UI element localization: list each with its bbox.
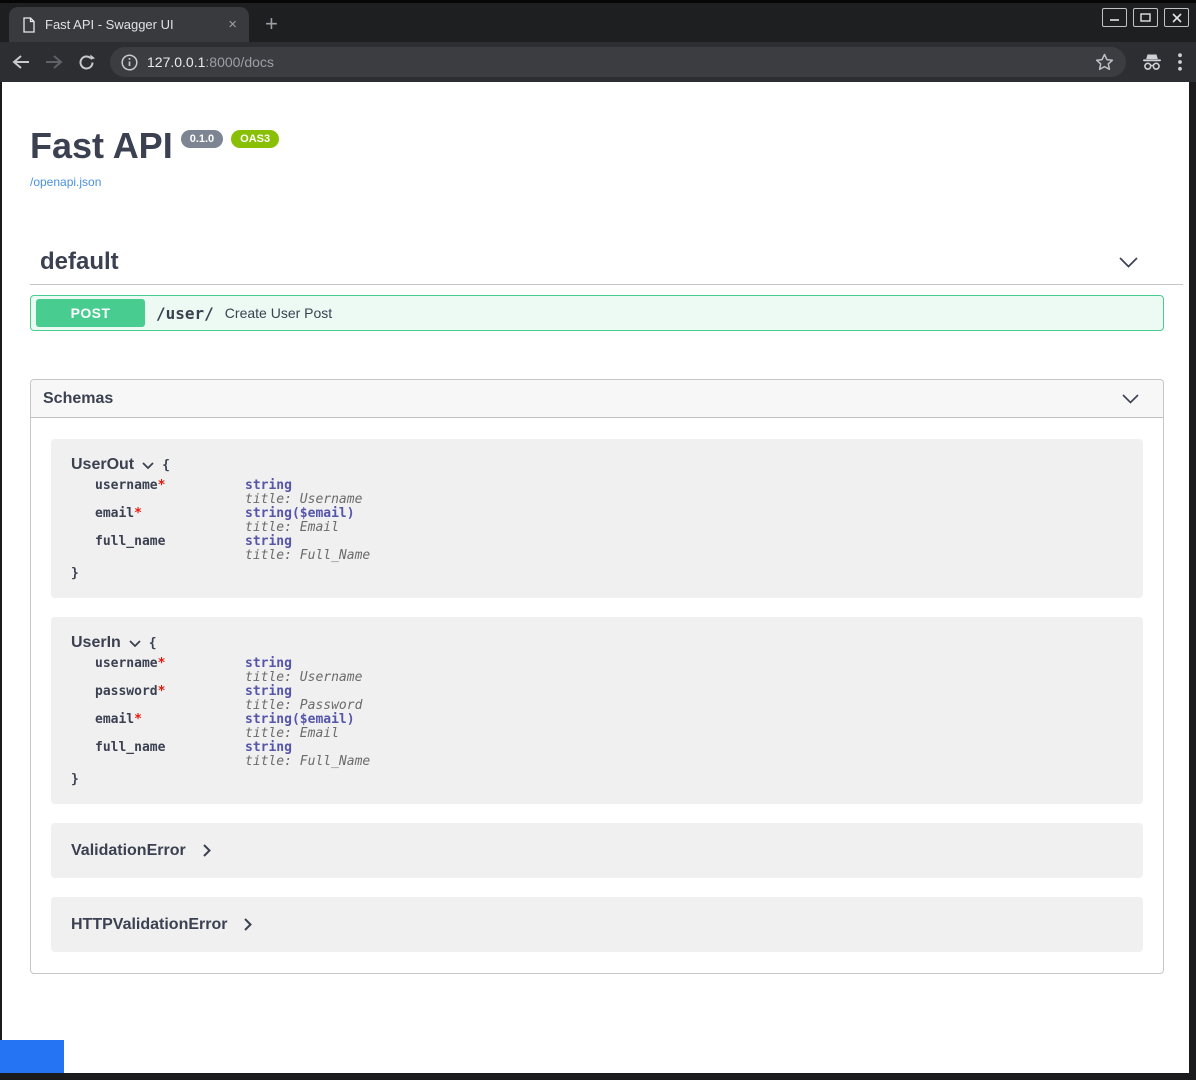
minimize-button[interactable] — [1102, 8, 1127, 27]
openapi-spec-link[interactable]: /openapi.json — [30, 175, 101, 189]
tab-close-icon[interactable]: × — [224, 17, 241, 32]
property-name: email — [95, 712, 134, 727]
close-button[interactable] — [1164, 8, 1189, 27]
property-type: string — [245, 741, 370, 755]
property-name: full_name — [95, 740, 165, 755]
model-title: UserOut — [71, 456, 134, 474]
open-brace: { — [149, 636, 157, 651]
required-star: * — [134, 506, 142, 521]
property-type: string — [245, 685, 370, 699]
model-httpvalidationerror[interactable]: HTTPValidationError — [51, 897, 1143, 952]
artifact-blue-rectangle — [0, 1040, 64, 1073]
property-type: string — [245, 657, 370, 671]
tab-title: Fast API - Swagger UI — [45, 17, 215, 32]
forward-button[interactable] — [45, 54, 63, 70]
property-name: password — [95, 684, 158, 699]
bookmark-star-icon[interactable] — [1095, 53, 1114, 71]
back-button[interactable] — [12, 54, 30, 70]
page-icon — [22, 17, 36, 33]
required-star: * — [134, 712, 142, 727]
kebab-menu-icon[interactable] — [1178, 53, 1182, 71]
property-title: title: Full_Name — [245, 549, 370, 563]
maximize-button[interactable] — [1133, 8, 1158, 27]
browser-window: Fast API - Swagger UI × + — [0, 0, 1196, 1080]
model-validationerror[interactable]: ValidationError — [51, 823, 1143, 878]
model-userout-toggle[interactable]: UserOut { — [71, 456, 1123, 474]
browser-toolbar: 127.0.0.1:8000/docs — [0, 42, 1196, 82]
property-row: username* string title: Username — [95, 479, 370, 507]
property-title: title: Username — [245, 493, 370, 507]
window-bottom-edge — [0, 1073, 1196, 1080]
site-info-icon[interactable] — [121, 54, 138, 71]
window-controls — [1102, 8, 1189, 27]
property-title: title: Password — [245, 699, 370, 713]
property-row: full_name string title: Full_Name — [95, 535, 370, 563]
tag-section-default[interactable]: default — [30, 240, 1183, 285]
property-row: email* string($email) title: Email — [95, 713, 370, 741]
url-text: 127.0.0.1:8000/docs — [147, 54, 274, 70]
schemas-header[interactable]: Schemas — [31, 380, 1163, 418]
model-title: HTTPValidationError — [71, 916, 227, 934]
required-star: * — [158, 656, 166, 671]
method-badge: POST — [36, 299, 145, 327]
incognito-icon — [1141, 53, 1163, 71]
property-row: full_name string title: Full_Name — [95, 741, 370, 769]
chevron-right-icon — [203, 844, 211, 857]
operation-summary: Create User Post — [225, 305, 332, 321]
version-badge: 0.1.0 — [181, 130, 223, 148]
property-type: string($email) — [245, 507, 370, 521]
property-row: username* string title: Username — [95, 657, 370, 685]
property-row: email* string($email) title: Email — [95, 507, 370, 535]
property-title: title: Email — [245, 727, 370, 741]
property-row: password* string title: Password — [95, 685, 370, 713]
operation-post-user[interactable]: POST /user/ Create User Post — [30, 295, 1164, 331]
address-bar[interactable]: 127.0.0.1:8000/docs — [110, 47, 1126, 77]
property-table: username* string title: Username passwor… — [95, 657, 370, 769]
model-title: ValidationError — [71, 842, 186, 860]
required-star: * — [158, 684, 166, 699]
browser-tab[interactable]: Fast API - Swagger UI × — [9, 7, 249, 42]
chevron-down-icon — [1119, 257, 1138, 268]
property-table: username* string title: Username email* … — [95, 479, 370, 563]
property-name: email — [95, 506, 134, 521]
chevron-down-icon — [129, 640, 141, 647]
api-title: Fast API — [30, 126, 173, 166]
chevron-down-icon — [142, 462, 154, 469]
property-type: string — [245, 535, 370, 549]
url-host: 127.0.0.1 — [147, 54, 205, 70]
schemas-body: UserOut { username* string title: Userna… — [31, 418, 1163, 973]
reload-button[interactable] — [78, 54, 95, 71]
url-path: :8000/docs — [205, 54, 274, 70]
schemas-section: Schemas UserOut { — [30, 379, 1164, 974]
property-title: title: Full_Name — [245, 755, 370, 769]
swagger-page: Fast API 0.1.0 OAS3 /openapi.json defaul… — [0, 82, 1196, 1073]
required-star: * — [158, 478, 166, 493]
tag-name: default — [40, 246, 119, 278]
close-brace: } — [71, 772, 1123, 787]
model-userin: UserIn { username* string title: Usernam… — [51, 617, 1143, 804]
oas3-badge: OAS3 — [231, 130, 279, 148]
property-name: username — [95, 656, 158, 671]
chevron-down-icon — [1122, 394, 1139, 404]
property-title: title: Email — [245, 521, 370, 535]
property-title: title: Username — [245, 671, 370, 685]
property-type: string($email) — [245, 713, 370, 727]
tab-strip: Fast API - Swagger UI × + — [0, 0, 1196, 42]
open-brace: { — [162, 458, 170, 473]
new-tab-button[interactable]: + — [265, 13, 278, 35]
property-name: full_name — [95, 534, 165, 549]
close-brace: } — [71, 566, 1123, 581]
operation-path: /user/ — [156, 304, 214, 323]
chevron-right-icon — [244, 918, 252, 931]
schemas-title: Schemas — [43, 390, 113, 408]
api-info: Fast API 0.1.0 OAS3 /openapi.json — [2, 82, 1189, 191]
model-title: UserIn — [71, 634, 121, 652]
property-name: username — [95, 478, 158, 493]
property-type: string — [245, 479, 370, 493]
model-userout: UserOut { username* string title: Userna… — [51, 439, 1143, 598]
model-userin-toggle[interactable]: UserIn { — [71, 634, 1123, 652]
